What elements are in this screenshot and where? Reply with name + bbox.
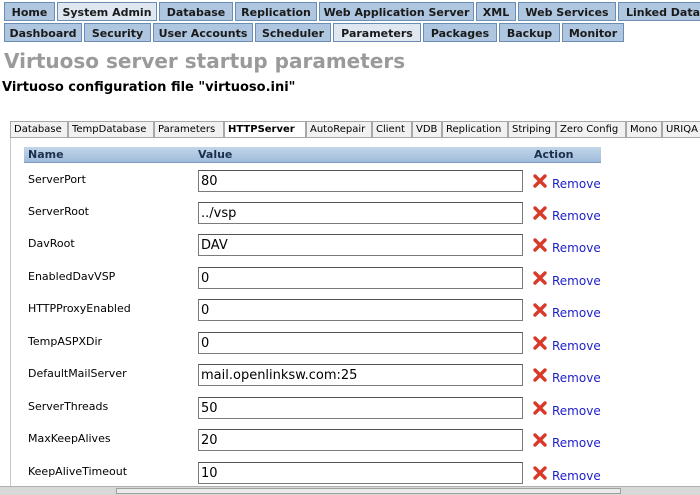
red-x-icon xyxy=(533,238,547,252)
table-row: DefaultMailServer Remove xyxy=(24,358,614,390)
column-header-action: Action xyxy=(534,148,574,161)
table-row: ServerRoot Remove xyxy=(24,196,614,228)
column-header-value: Value xyxy=(198,148,233,161)
remove-label[interactable]: Remove xyxy=(552,270,601,292)
section-tab-tempdatabase[interactable]: TempDatabase xyxy=(68,121,154,138)
table-row: ServerThreads Remove xyxy=(24,391,614,423)
secondary-nav: Dashboard Security User Accounts Schedul… xyxy=(0,23,700,44)
nav-tab-web-application-server[interactable]: Web Application Server xyxy=(319,2,474,21)
remove-label[interactable]: Remove xyxy=(552,335,601,357)
section-tab-mono[interactable]: Mono xyxy=(626,121,662,138)
nav-tab-replication[interactable]: Replication xyxy=(235,2,317,21)
remove-label[interactable]: Remove xyxy=(552,302,601,324)
param-value-input[interactable] xyxy=(198,364,523,386)
subnav-tab-monitor[interactable]: Monitor xyxy=(562,23,624,42)
nav-tab-web-services[interactable]: Web Services xyxy=(518,2,616,21)
section-tab-vdb[interactable]: VDB xyxy=(412,121,442,138)
remove-label[interactable]: Remove xyxy=(552,465,601,487)
red-x-icon xyxy=(533,401,547,415)
param-value-input[interactable] xyxy=(198,267,523,289)
section-tab-client[interactable]: Client xyxy=(372,121,412,138)
column-header-name: Name xyxy=(28,148,64,161)
page-title: Virtuoso server startup parameters xyxy=(4,49,406,73)
scrollbar-thumb[interactable] xyxy=(116,488,621,494)
table-row: DavRoot Remove xyxy=(24,228,614,260)
section-tab-uriqa[interactable]: URIQA xyxy=(662,121,700,138)
subnav-tab-packages[interactable]: Packages xyxy=(423,23,497,42)
nav-tab-linked-data[interactable]: Linked Data xyxy=(618,2,700,21)
param-value-input[interactable] xyxy=(198,332,523,354)
subnav-tab-scheduler[interactable]: Scheduler xyxy=(255,23,331,42)
param-name: ServerThreads xyxy=(28,400,109,413)
config-file-title: Virtuoso configuration file "virtuoso.in… xyxy=(2,80,296,95)
table-row: HTTPProxyEnabled Remove xyxy=(24,293,614,325)
remove-label[interactable]: Remove xyxy=(552,237,601,259)
table-row: EnabledDavVSP Remove xyxy=(24,261,614,293)
table-row: TempASPXDir Remove xyxy=(24,326,614,358)
nav-tab-xml[interactable]: XML xyxy=(476,2,516,21)
section-tab-striping[interactable]: Striping xyxy=(508,121,556,138)
param-value-input[interactable] xyxy=(198,299,523,321)
param-value-input[interactable] xyxy=(198,234,523,256)
subnav-tab-dashboard[interactable]: Dashboard xyxy=(4,23,82,42)
param-name: HTTPProxyEnabled xyxy=(28,302,131,315)
red-x-icon xyxy=(533,303,547,317)
subnav-tab-security[interactable]: Security xyxy=(84,23,151,42)
section-tab-replication[interactable]: Replication xyxy=(442,121,508,138)
param-name: EnabledDavVSP xyxy=(28,270,116,283)
param-name: KeepAliveTimeout xyxy=(28,465,128,478)
section-tab-zero-config[interactable]: Zero Config xyxy=(556,121,626,138)
table-row: KeepAliveTimeout Remove xyxy=(24,456,614,488)
subnav-tab-parameters[interactable]: Parameters xyxy=(333,23,421,42)
param-value-input[interactable] xyxy=(198,397,523,419)
param-value-input[interactable] xyxy=(198,462,523,484)
remove-label[interactable]: Remove xyxy=(552,367,601,389)
nav-tab-database[interactable]: Database xyxy=(159,2,233,21)
nav-tab-home[interactable]: Home xyxy=(4,2,55,21)
param-value-input[interactable] xyxy=(198,170,523,192)
subnav-tab-user-accounts[interactable]: User Accounts xyxy=(153,23,253,42)
param-name: TempASPXDir xyxy=(28,335,103,348)
param-name: MaxKeepAlives xyxy=(28,432,111,445)
table-row: MaxKeepAlives Remove xyxy=(24,423,614,455)
section-tab-httpserver[interactable]: HTTPServer xyxy=(224,121,306,138)
subnav-tab-backup[interactable]: Backup xyxy=(499,23,560,42)
param-name: ServerRoot xyxy=(28,205,89,218)
red-x-icon xyxy=(533,174,547,188)
param-name: DavRoot xyxy=(28,237,75,250)
section-tab-parameters[interactable]: Parameters xyxy=(154,121,224,138)
param-value-input[interactable] xyxy=(198,202,523,224)
param-value-input[interactable] xyxy=(198,429,523,451)
remove-label[interactable]: Remove xyxy=(552,173,601,195)
section-tabs: Database TempDatabase Parameters HTTPSer… xyxy=(10,121,700,138)
section-tab-autorepair[interactable]: AutoRepair xyxy=(306,121,372,138)
red-x-icon xyxy=(533,368,547,382)
red-x-icon xyxy=(533,206,547,220)
parameters-table-header: Name Value Action xyxy=(24,147,601,163)
remove-label[interactable]: Remove xyxy=(552,205,601,227)
remove-label[interactable]: Remove xyxy=(552,432,601,454)
red-x-icon xyxy=(533,433,547,447)
red-x-icon xyxy=(533,271,547,285)
red-x-icon xyxy=(533,466,547,480)
primary-nav: Home System Admin Database Replication W… xyxy=(0,2,700,23)
nav-tab-system-admin[interactable]: System Admin xyxy=(57,2,157,21)
red-x-icon xyxy=(533,336,547,350)
param-name: DefaultMailServer xyxy=(28,367,127,380)
section-tab-database[interactable]: Database xyxy=(10,121,68,138)
remove-label[interactable]: Remove xyxy=(552,400,601,422)
table-row: ServerPort Remove xyxy=(24,164,614,196)
param-name: ServerPort xyxy=(28,173,86,186)
